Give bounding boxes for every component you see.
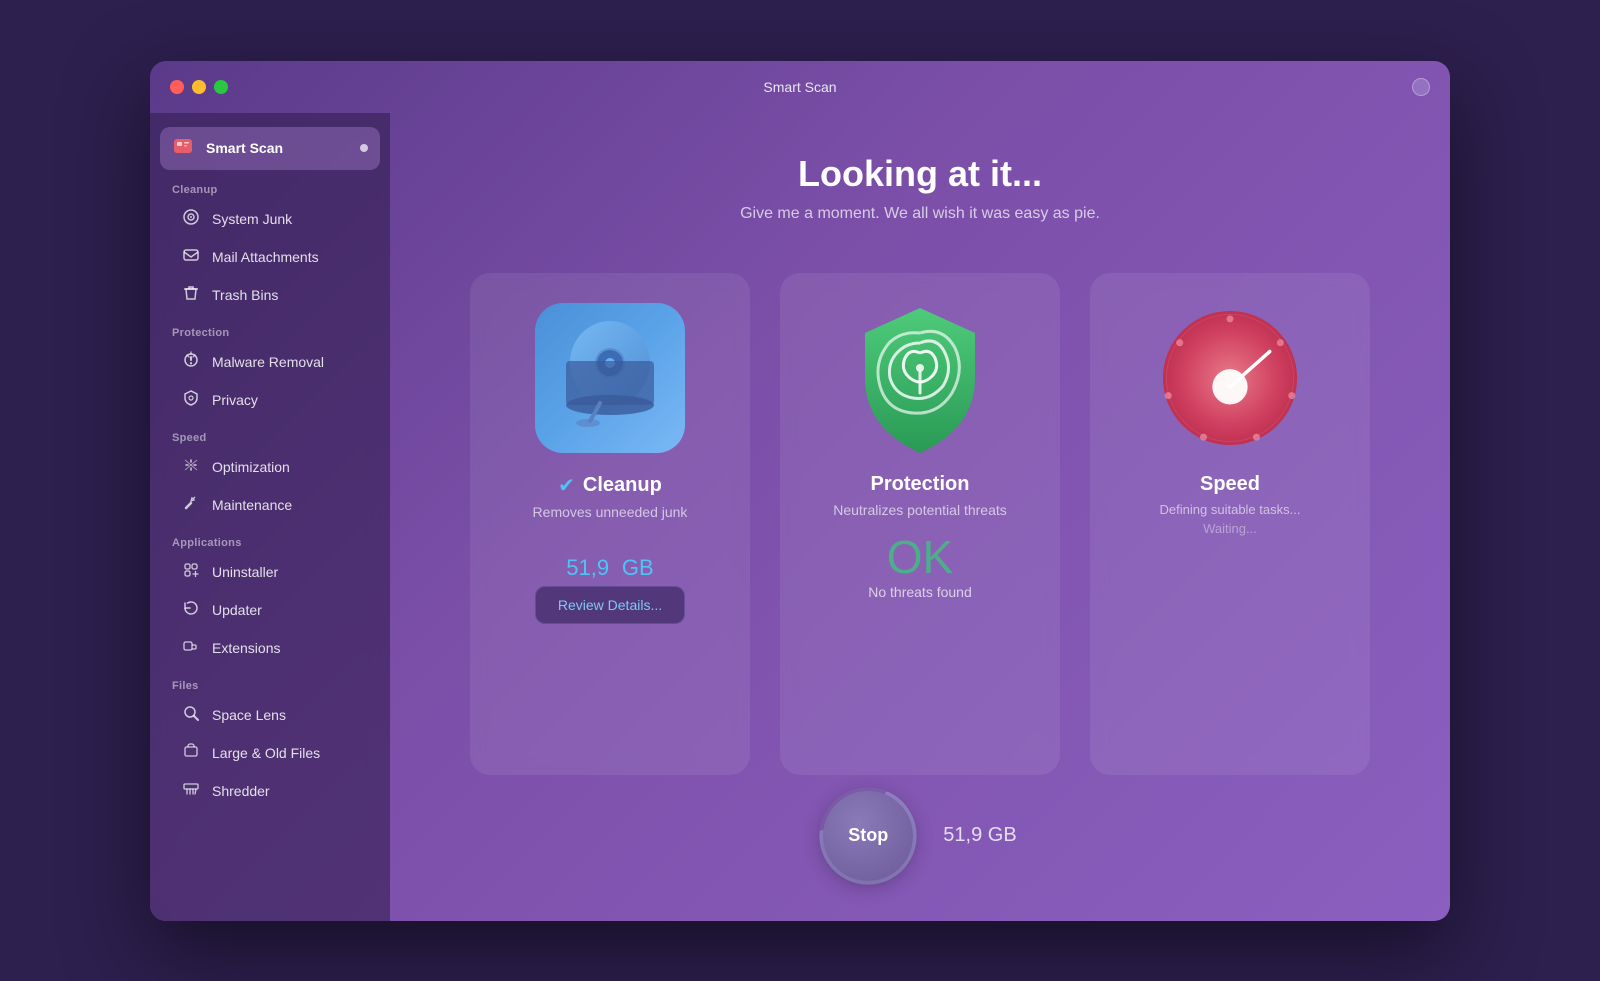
- sidebar-item-uninstaller[interactable]: Uninstaller: [160, 554, 380, 591]
- sidebar-large-files-label: Large & Old Files: [212, 745, 320, 761]
- protection-title: Protection: [871, 473, 970, 496]
- protection-icon-wrap: [845, 303, 995, 453]
- shield-svg: [845, 303, 995, 453]
- maintenance-icon: [182, 494, 200, 517]
- speed-description: Defining suitable tasks...: [1160, 502, 1301, 517]
- sidebar-system-junk-label: System Junk: [212, 211, 292, 227]
- section-label-speed: Speed: [150, 420, 390, 448]
- sidebar-item-mail-attachments[interactable]: Mail Attachments: [160, 239, 380, 276]
- speed-icon-wrap: [1155, 303, 1305, 453]
- sidebar-optimization-label: Optimization: [212, 459, 290, 475]
- sidebar-item-optimization[interactable]: Optimization: [160, 449, 380, 486]
- sidebar-item-smart-scan[interactable]: Smart Scan: [160, 127, 380, 170]
- trash-icon: [182, 284, 200, 307]
- close-button[interactable]: [170, 80, 184, 94]
- sidebar-shredder-label: Shredder: [212, 783, 270, 799]
- sidebar-privacy-label: Privacy: [212, 392, 258, 408]
- sidebar-item-updater[interactable]: Updater: [160, 592, 380, 629]
- protection-card: Protection Neutralizes potential threats…: [780, 273, 1060, 775]
- sidebar-item-maintenance[interactable]: Maintenance: [160, 487, 380, 524]
- cleanup-check-icon: ✔: [558, 473, 575, 498]
- sidebar-item-large-old-files[interactable]: Large & Old Files: [160, 735, 380, 772]
- protection-description: Neutralizes potential threats: [833, 502, 1007, 518]
- maximize-button[interactable]: [214, 80, 228, 94]
- sidebar-item-system-junk[interactable]: System Junk: [160, 201, 380, 238]
- sidebar-mail-label: Mail Attachments: [212, 249, 319, 265]
- smart-scan-icon: [172, 135, 194, 162]
- privacy-icon: [182, 389, 200, 412]
- titlebar: Smart Scan: [150, 61, 1450, 113]
- updater-icon: [182, 599, 200, 622]
- sidebar-extensions-label: Extensions: [212, 640, 280, 656]
- main-panel: Looking at it... Give me a moment. We al…: [390, 113, 1450, 921]
- cleanup-value: 51,9 GB: [566, 536, 653, 582]
- protection-status: No threats found: [868, 584, 972, 600]
- window-controls: [170, 80, 228, 94]
- main-content: Smart Scan Cleanup System Junk: [150, 113, 1450, 921]
- sidebar-trash-label: Trash Bins: [212, 287, 278, 303]
- section-label-protection: Protection: [150, 315, 390, 343]
- cleanup-description: Removes unneeded junk: [533, 504, 688, 520]
- protection-value: OK: [887, 534, 953, 580]
- disk-svg: [545, 313, 675, 443]
- window-title: Smart Scan: [763, 79, 836, 95]
- sidebar-item-label: Smart Scan: [206, 140, 283, 156]
- section-label-applications: Applications: [150, 525, 390, 553]
- uninstaller-icon: [182, 561, 200, 584]
- cleanup-title-row: ✔ Cleanup: [558, 473, 662, 498]
- stop-value-label: 51,9 GB: [943, 824, 1016, 847]
- cleanup-title: Cleanup: [583, 474, 662, 497]
- app-window: Smart Scan Smart Scan Cleanup: [150, 61, 1450, 921]
- mail-icon: [182, 246, 200, 269]
- sidebar-uninstaller-label: Uninstaller: [212, 564, 278, 580]
- cleanup-icon-wrap: [535, 303, 685, 453]
- cleanup-card: ✔ Cleanup Removes unneeded junk 51,9 GB …: [470, 273, 750, 775]
- stop-button[interactable]: Stop: [823, 791, 913, 881]
- sidebar-item-space-lens[interactable]: Space Lens: [160, 697, 380, 734]
- space-lens-icon: [182, 704, 200, 727]
- speed-card: Speed Defining suitable tasks... Waiting…: [1090, 273, 1370, 775]
- speed-status: Waiting...: [1203, 521, 1257, 536]
- large-files-icon: [182, 742, 200, 765]
- sidebar-item-malware-removal[interactable]: Malware Removal: [160, 344, 380, 381]
- system-junk-icon: [182, 208, 200, 231]
- section-label-cleanup: Cleanup: [150, 172, 390, 200]
- malware-icon: [182, 351, 200, 374]
- shredder-icon: [182, 780, 200, 803]
- sidebar: Smart Scan Cleanup System Junk: [150, 113, 390, 921]
- review-details-button[interactable]: Review Details...: [535, 586, 685, 624]
- sidebar-item-privacy[interactable]: Privacy: [160, 382, 380, 419]
- sidebar-item-shredder[interactable]: Shredder: [160, 773, 380, 810]
- main-subheading: Give me a moment. We all wish it was eas…: [740, 205, 1100, 223]
- optimization-icon: [182, 456, 200, 479]
- protection-title-row: Protection: [871, 473, 970, 496]
- sidebar-space-lens-label: Space Lens: [212, 707, 286, 723]
- minimize-button[interactable]: [192, 80, 206, 94]
- section-label-files: Files: [150, 668, 390, 696]
- main-heading: Looking at it...: [798, 153, 1042, 195]
- bottom-bar: Stop 51,9 GB: [823, 775, 1016, 901]
- speedometer-svg: [1155, 303, 1305, 453]
- sidebar-item-extensions[interactable]: Extensions: [160, 630, 380, 667]
- titlebar-indicator: [1412, 78, 1430, 96]
- cards-container: ✔ Cleanup Removes unneeded junk 51,9 GB …: [430, 273, 1410, 775]
- active-indicator: [360, 144, 368, 152]
- extensions-icon: [182, 637, 200, 660]
- speed-title: Speed: [1200, 473, 1260, 496]
- sidebar-item-trash-bins[interactable]: Trash Bins: [160, 277, 380, 314]
- sidebar-maintenance-label: Maintenance: [212, 497, 292, 513]
- sidebar-malware-label: Malware Removal: [212, 354, 324, 370]
- speed-title-row: Speed: [1200, 473, 1260, 496]
- sidebar-updater-label: Updater: [212, 602, 262, 618]
- stop-button-wrap: Stop: [823, 791, 913, 881]
